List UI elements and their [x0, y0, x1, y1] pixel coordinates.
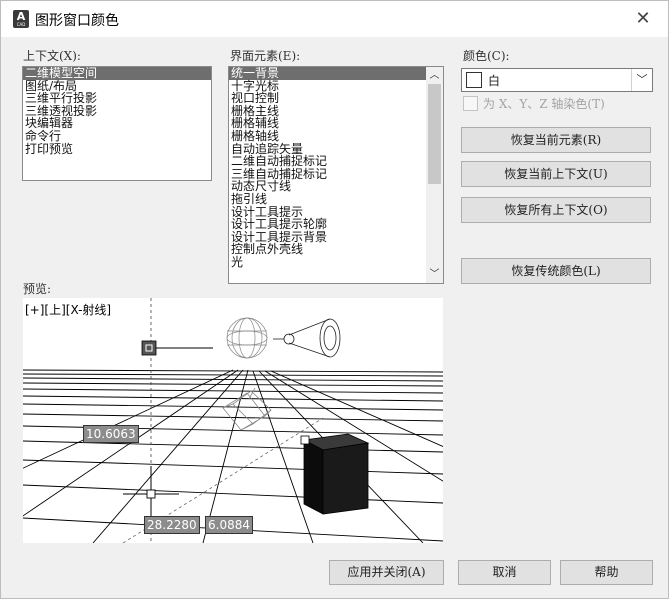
- scroll-thumb[interactable]: [428, 84, 441, 184]
- x-coordinate-tooltip: 28.2280: [144, 516, 200, 534]
- color-swatch: [466, 72, 482, 88]
- interface-element-item[interactable]: 设计工具提示轮廓: [229, 218, 426, 231]
- restore-all-contexts-button[interactable]: 恢复所有上下文(O): [461, 197, 651, 223]
- context-label: 上下文(X):: [23, 49, 81, 63]
- title-bar: A CAD 图形窗口颜色 ✕: [1, 1, 668, 37]
- graphics-window-colors-dialog: A CAD 图形窗口颜色 ✕ 上下文(X): 二维模型空间 图纸/布局 三维平行投影三…: [0, 0, 669, 599]
- restore-current-element-button[interactable]: 恢复当前元素(R): [461, 127, 651, 153]
- help-button[interactable]: 帮助: [560, 560, 653, 585]
- interface-element-item[interactable]: 视口控制: [229, 92, 426, 105]
- interface-element-item[interactable]: 拖引线: [229, 193, 426, 206]
- context-list-item[interactable]: 三维平行投影: [23, 92, 211, 105]
- context-list-item[interactable]: 命令行: [23, 130, 211, 143]
- interface-element-label: 界面元素(E):: [230, 49, 301, 63]
- preview-label: 预览:: [23, 282, 52, 296]
- apply-and-close-button[interactable]: 应用并关闭(A): [329, 560, 444, 585]
- color-value: 白: [488, 74, 501, 88]
- preview-drawing: [23, 298, 443, 543]
- cancel-button[interactable]: 取消: [458, 560, 551, 585]
- restore-current-context-button[interactable]: 恢复当前上下文(U): [461, 161, 651, 187]
- tint-axes-checkbox[interactable]: [463, 96, 478, 111]
- interface-element-item[interactable]: 统一背景: [229, 67, 426, 80]
- interface-element-item[interactable]: 控制点外壳线: [229, 243, 426, 256]
- context-listbox[interactable]: 二维模型空间 图纸/布局 三维平行投影 三维透视投影 块编辑器 命令行 打印预览: [22, 66, 212, 181]
- interface-element-listbox[interactable]: 统一背景 十字光标 视口控制 栅格主线 栅格辅线 栅格轴线 自动追踪矢量 二维自动捕捉标记 三维…: [228, 66, 444, 284]
- context-list-item[interactable]: 二维模型空间: [23, 67, 211, 80]
- restore-classic-colors-button[interactable]: 恢复传统颜色(L): [461, 258, 651, 284]
- scroll-up-icon[interactable]: ︿: [426, 67, 443, 84]
- interface-element-item[interactable]: 二维自动捕捉标记: [229, 155, 426, 168]
- color-select[interactable]: 白 ﹀: [461, 68, 653, 92]
- color-label: 颜色(C):: [463, 49, 510, 63]
- preview-pane: [+][上][X-射线] 10.6063 28.2280 6.0884: [23, 298, 443, 543]
- close-icon[interactable]: ✕: [631, 7, 655, 31]
- tint-axes-label: 为 X、Y、Z 轴染色(T): [483, 97, 605, 111]
- element-list-scrollbar[interactable]: ︿ ﹀: [426, 67, 443, 283]
- y-coordinate-tooltip: 6.0884: [205, 516, 253, 534]
- app-icon: A CAD: [13, 10, 29, 28]
- chevron-down-icon[interactable]: ﹀: [631, 69, 652, 91]
- viewport-controls-label: [+][上][X-射线]: [25, 303, 112, 317]
- context-list-item[interactable]: 打印预览: [23, 142, 211, 156]
- scroll-down-icon[interactable]: ﹀: [426, 266, 443, 283]
- dialog-title: 图形窗口颜色: [35, 13, 119, 29]
- interface-element-item[interactable]: 栅格轴线: [229, 130, 426, 143]
- dimension-tooltip: 10.6063: [83, 425, 139, 443]
- interface-element-item[interactable]: 光: [229, 256, 426, 269]
